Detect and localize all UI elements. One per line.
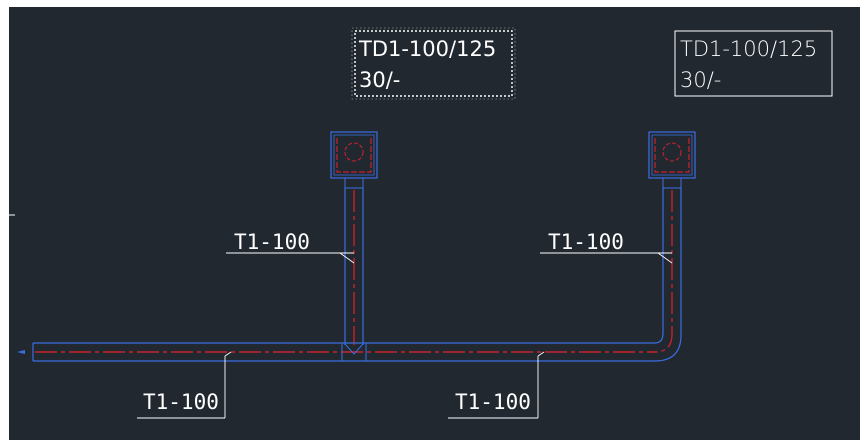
pipe-label-4[interactable]: T1-100 bbox=[448, 351, 545, 419]
pipe-label-1-text: T1-100 bbox=[234, 230, 310, 254]
pipe-label-3-text: T1-100 bbox=[143, 390, 219, 414]
drain-tag-1[interactable]: TD1-100/125 30/- bbox=[351, 27, 516, 100]
viewport: TD1-100/125 30/- TD1-100/125 30/- T1-100… bbox=[0, 0, 865, 443]
drain-tag-2[interactable]: TD1-100/125 30/- bbox=[674, 30, 833, 97]
floor-drain-icon[interactable] bbox=[330, 131, 378, 189]
pipe-branch-1[interactable] bbox=[344, 188, 364, 345]
drain-tag-1-line2: 30/- bbox=[359, 68, 400, 92]
drain-tag-1-line1: TD1-100/125 bbox=[358, 37, 496, 61]
cad-canvas[interactable]: TD1-100/125 30/- TD1-100/125 30/- T1-100… bbox=[9, 7, 860, 440]
drain-tag-2-line2: 30/- bbox=[680, 68, 721, 92]
pipe-label-1[interactable]: T1-100 bbox=[226, 230, 355, 264]
floor-drain-icon[interactable] bbox=[648, 131, 696, 189]
pipe-branch-2[interactable] bbox=[654, 188, 682, 362]
drain-tag-2-line1: TD1-100/125 bbox=[680, 37, 817, 61]
pipe-main-run[interactable] bbox=[17, 342, 655, 362]
pipe-label-2[interactable]: T1-100 bbox=[540, 230, 673, 264]
drawing-svg[interactable]: TD1-100/125 30/- TD1-100/125 30/- T1-100… bbox=[9, 7, 860, 440]
pipe-label-3[interactable]: T1-100 bbox=[137, 351, 232, 419]
pipe-label-2-text: T1-100 bbox=[548, 230, 624, 254]
pipe-label-4-text: T1-100 bbox=[455, 390, 531, 414]
